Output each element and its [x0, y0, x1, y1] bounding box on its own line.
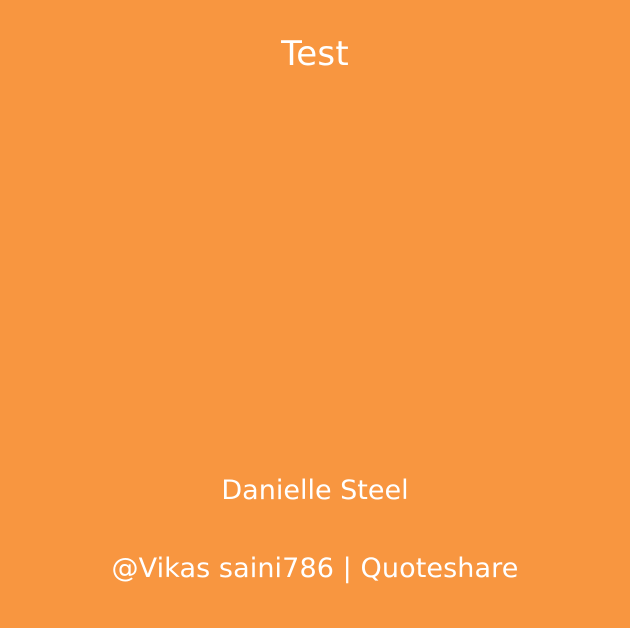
footer-credit: @Vikas saini786 | Quoteshare: [111, 553, 519, 584]
quote-author: Danielle Steel: [221, 475, 409, 506]
quote-card: Test Danielle Steel @Vikas saini786 | Qu…: [0, 0, 630, 628]
quote-text: Test: [281, 34, 349, 74]
